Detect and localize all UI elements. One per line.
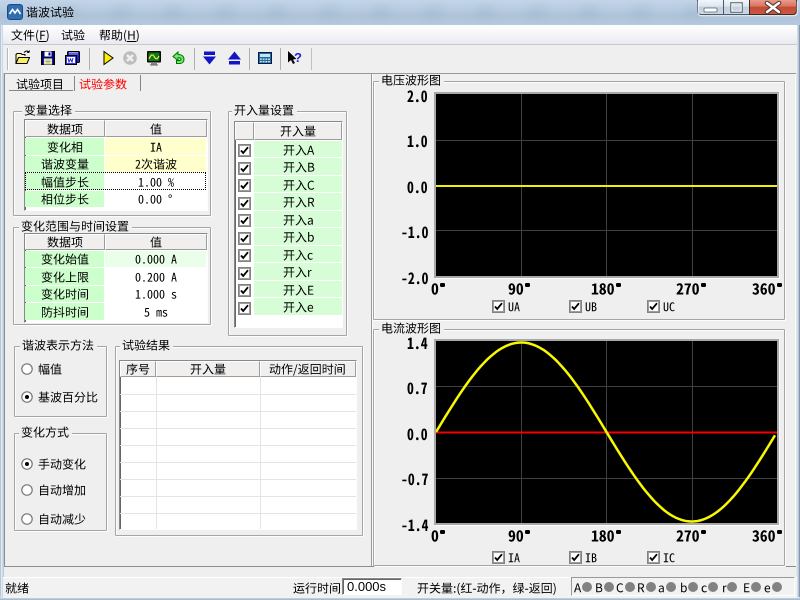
svg-text:?: ? bbox=[294, 50, 302, 65]
